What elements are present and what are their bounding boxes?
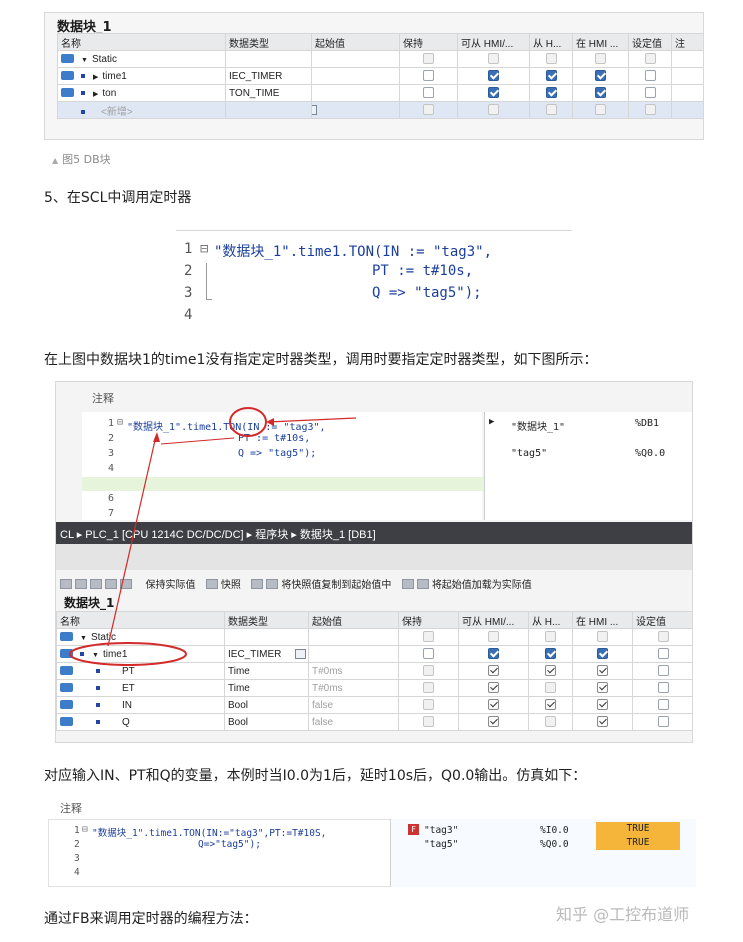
hmi-access-checkbox[interactable] [488, 104, 499, 115]
code-line: Q => "tag5"); [372, 285, 482, 301]
line-number: 2 [74, 839, 80, 850]
paragraph-4: 通过FB来调用定时器的编程方法： [44, 911, 258, 927]
hmi-access-checkbox[interactable] [488, 53, 499, 64]
watch-value[interactable]: TRUE [596, 822, 680, 836]
figure-caption: ▲ 图5 DB块 [52, 153, 111, 166]
col-name: 名称 [57, 33, 226, 51]
hmi-visible-checkbox[interactable] [595, 104, 606, 115]
hmi-write-checkbox[interactable] [545, 87, 557, 98]
watch-name: "tag3" [424, 825, 459, 836]
hmi-write-checkbox[interactable] [545, 104, 557, 115]
comment-label: 注释 [60, 802, 82, 815]
row-name: Static [91, 54, 117, 65]
caret-up-icon: ▲ [52, 156, 59, 165]
expand-icon[interactable]: ▶ [93, 74, 98, 81]
db-table-1: 名称 数据类型 起始值 保持 可从 HMI/... 从 H... 在 HMI .… [57, 33, 703, 119]
col-hmi2: 从 H... [529, 33, 573, 51]
col-note: 注 [671, 33, 703, 51]
step-5-heading: 5、在SCL中调用定时器 [44, 190, 192, 206]
hmi-access-checkbox[interactable] [488, 70, 499, 81]
scl-code-monitor[interactable]: 1 2 3 4 ⊟ "数据块_1".time1.TON(IN:="tag3",P… [48, 819, 388, 887]
force-flag-icon: F [408, 824, 419, 835]
db-block-screenshot-1: 数据块_1 名称 数据类型 起始值 保持 可从 HMI/... 从 H... 在… [44, 12, 704, 140]
col-retain: 保持 [399, 33, 458, 51]
bullet-icon [81, 74, 85, 78]
browse-icon[interactable] [312, 105, 317, 115]
watermark: 知乎 @工控布道师 [556, 905, 690, 924]
table-row-new[interactable]: <新增> [57, 101, 703, 119]
hmi-visible-checkbox[interactable] [595, 70, 606, 81]
collapse-icon[interactable]: ▼ [81, 57, 88, 64]
retain-checkbox[interactable] [423, 104, 434, 115]
col-type: 数据类型 [225, 33, 312, 51]
col-set: 设定值 [628, 33, 672, 51]
watch-table: F "tag3" %I0.0 TRUE "tag5" %Q0.0 TRUE [390, 819, 696, 887]
table-row[interactable]: ▼ Static [57, 50, 703, 68]
code-line: PT := t#10s, [372, 263, 474, 279]
col-hmi1: 可从 HMI/... [457, 33, 530, 51]
setpoint-checkbox[interactable] [644, 70, 656, 81]
hmi-access-checkbox[interactable] [488, 87, 499, 98]
hmi-write-checkbox[interactable] [545, 53, 557, 64]
table-row[interactable]: ▶ time1 IEC_TIMER [57, 67, 703, 85]
hmi-visible-checkbox[interactable] [595, 87, 606, 98]
db-row-icon [61, 71, 74, 80]
bullet-icon [81, 91, 85, 95]
setpoint-checkbox[interactable] [644, 87, 656, 98]
annotation-link-line [107, 435, 157, 647]
retain-checkbox[interactable] [423, 53, 434, 64]
annotation-overlay [69, 407, 357, 666]
code-line: Q=>"tag5"); [198, 839, 261, 850]
fold-icon[interactable]: ⊟ [200, 241, 208, 257]
table-row[interactable]: ▶ ton TON_TIME [57, 84, 703, 102]
line-number: 4 [184, 307, 193, 323]
watch-address: %I0.0 [540, 825, 569, 836]
annotation-arrow-head [266, 418, 274, 426]
row-type: TON_TIME [225, 84, 312, 102]
db-row-icon [61, 54, 74, 63]
scl-code-block-1: 1 2 3 4 ⊟ "数据块_1".time1.TON(IN := "tag3"… [176, 230, 572, 324]
tia-editor-screenshot: 注释 1 2 3 4 5 6 7 ⊟ "数据块_1".time1.TON(IN … [55, 381, 693, 743]
row-name: ton [102, 88, 117, 99]
watch-name: "tag5" [424, 839, 459, 850]
hmi-visible-checkbox[interactable] [595, 53, 606, 64]
retain-checkbox[interactable] [423, 70, 434, 81]
line-number: 3 [184, 285, 193, 301]
paragraph-2: 在上图中数据块1的time1没有指定定时器类型，调用时要指定定时器类型，如下图所… [44, 352, 598, 368]
annotation-circle-time1 [69, 642, 187, 666]
code-line: "数据块_1".time1.TON(IN := "tag3", [214, 244, 493, 260]
annotation-circle-ton [229, 407, 267, 437]
col-hmi3: 在 HMI ... [572, 33, 629, 51]
annotation-link-head [153, 432, 160, 442]
annotation-link-line-2 [160, 437, 235, 445]
line-number: 4 [74, 867, 80, 878]
code-line: "数据块_1".time1.TON(IN:="tag3",PT:=T#10S, [92, 828, 327, 839]
bullet-icon [81, 109, 85, 114]
watch-address: %Q0.0 [540, 839, 569, 850]
fold-icon[interactable]: ⊟ [82, 824, 88, 835]
db-row-icon [61, 88, 74, 97]
expand-icon[interactable]: ▶ [93, 91, 98, 98]
row-name: time1 [102, 71, 127, 82]
line-number: 1 [184, 241, 193, 257]
col-start: 起始值 [311, 33, 400, 51]
paragraph-3: 对应输入IN、PT和Q的变量，本例时当I0.0为1后，延时10s后，Q0.0输出… [44, 768, 587, 784]
add-new-row[interactable]: <新增> [101, 107, 133, 118]
setpoint-checkbox[interactable] [644, 104, 656, 115]
annotation-arrow-line [267, 417, 357, 423]
line-number: 1 [74, 825, 80, 836]
line-number: 3 [74, 853, 80, 864]
row-type: IEC_TIMER [225, 67, 312, 85]
retain-checkbox[interactable] [423, 87, 434, 98]
simulation-screenshot: 注释 1 2 3 4 ⊟ "数据块_1".time1.TON(IN:="tag3… [48, 795, 696, 887]
line-number: 2 [184, 263, 193, 279]
hmi-write-checkbox[interactable] [545, 70, 557, 81]
watch-value[interactable]: TRUE [596, 836, 680, 850]
setpoint-checkbox[interactable] [644, 53, 656, 64]
